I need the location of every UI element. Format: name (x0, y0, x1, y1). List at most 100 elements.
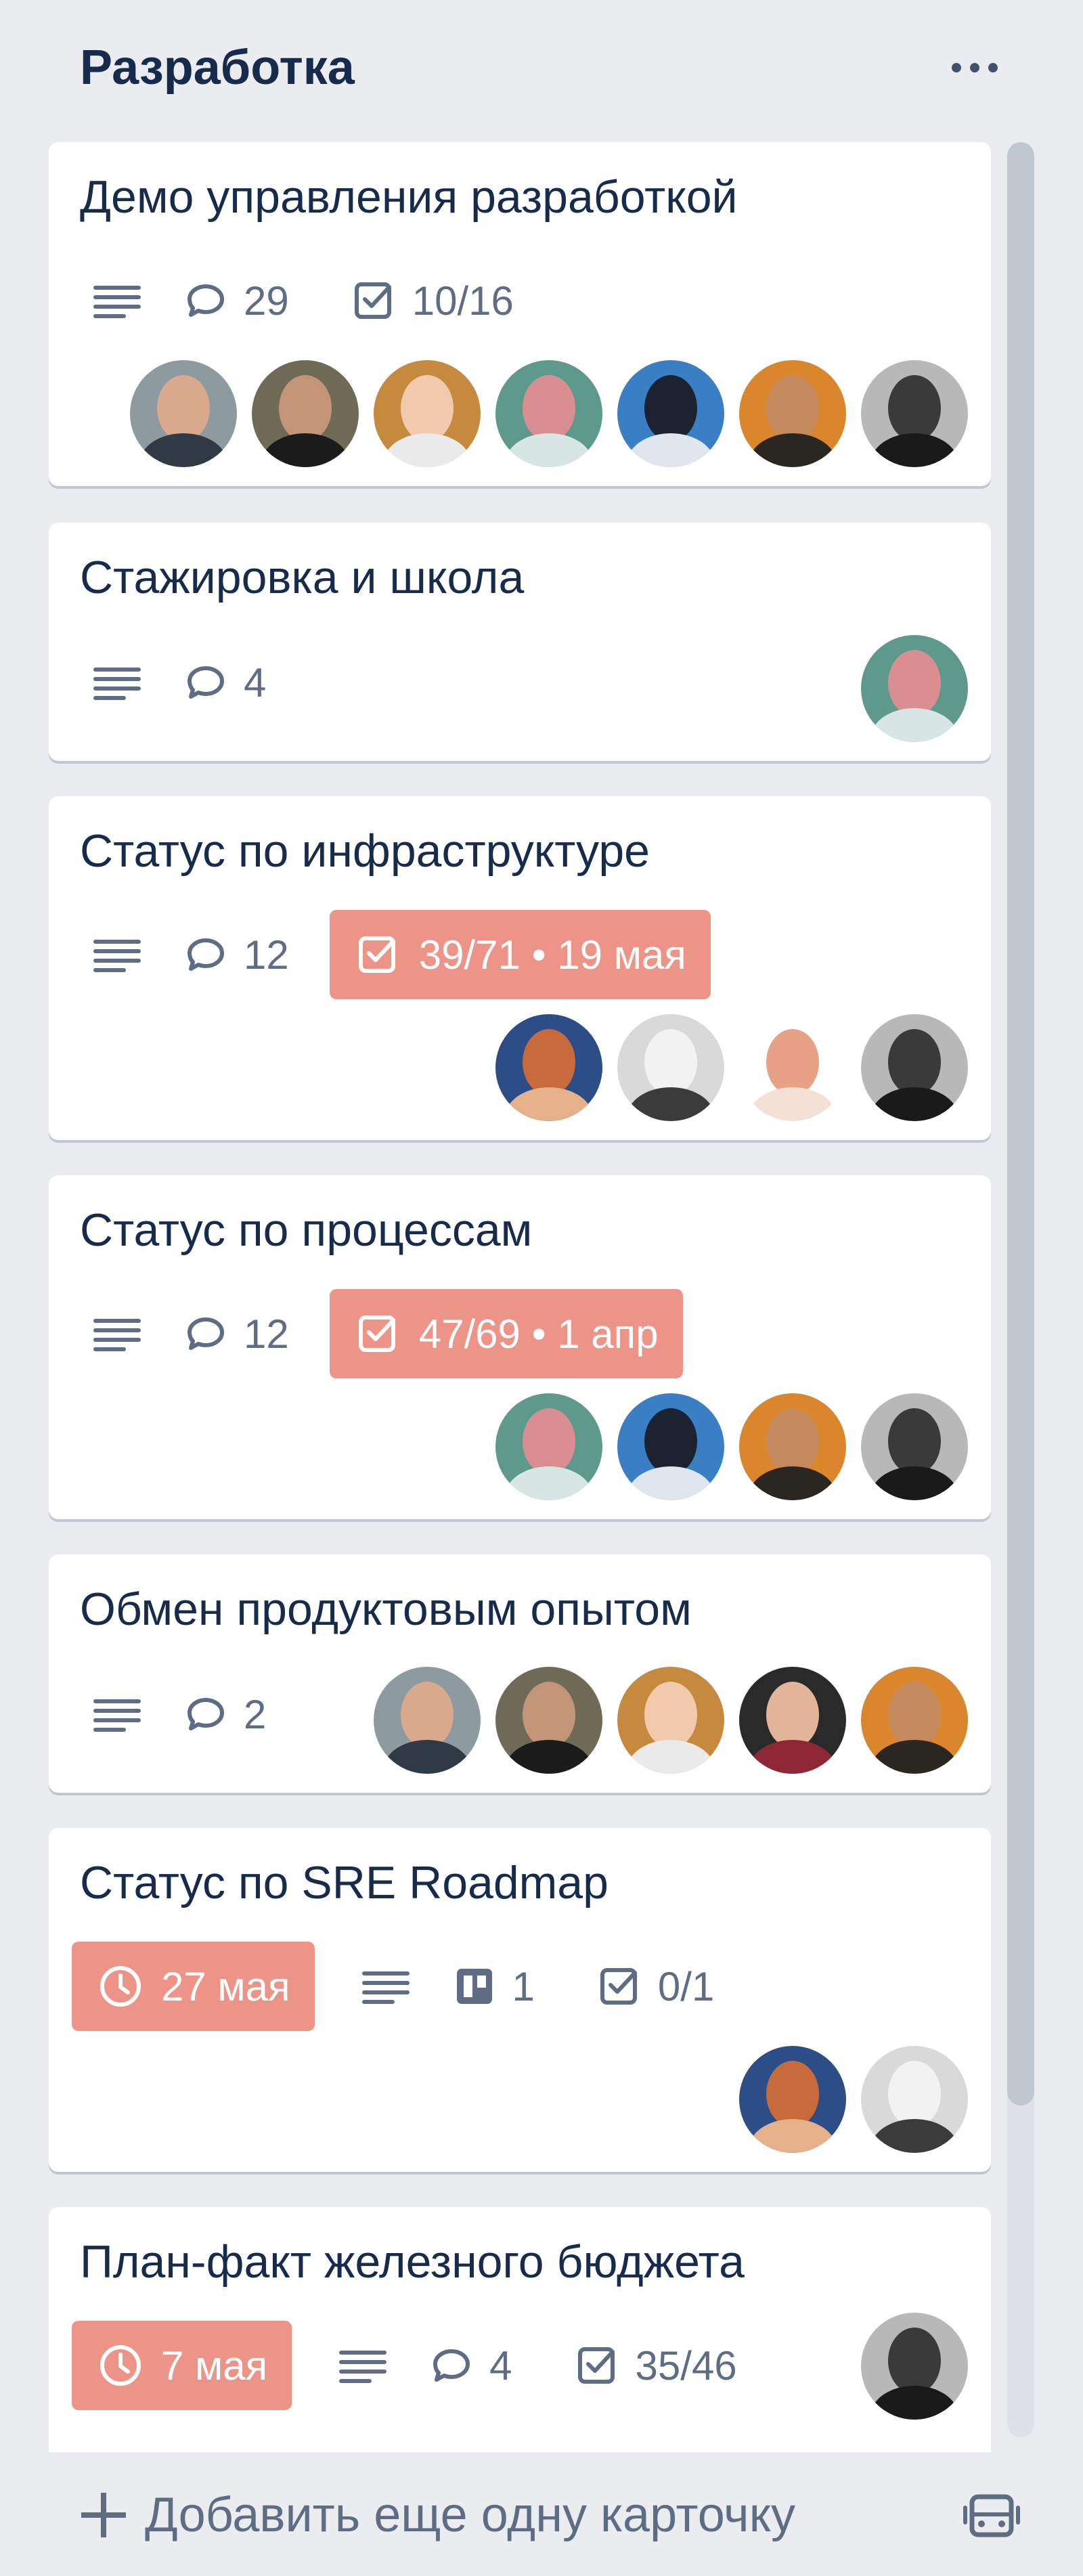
checklist-icon (596, 1962, 644, 2011)
card-title: Статус по процессам (80, 1204, 533, 1256)
card-badges: 12 39/71 • 19 мая (80, 910, 711, 999)
due-date-text: 7 мая (161, 2342, 268, 2388)
card-badges: 2 (80, 1669, 266, 1759)
description-icon (93, 662, 141, 703)
comments-count: 12 (244, 932, 289, 978)
card-product-exchange[interactable]: Обмен продуктовым опытом 2 (49, 1554, 991, 1793)
card-demo[interactable]: Демо управления разработкой 29 10/16 (49, 142, 991, 486)
card-badges: 7 мая 4 35/46 (72, 2321, 737, 2410)
avatar[interactable] (739, 360, 846, 467)
avatar[interactable] (739, 1667, 846, 1774)
comment-icon (181, 1309, 230, 1358)
checklist-badge: 10/16 (350, 256, 514, 345)
avatar[interactable] (495, 1667, 602, 1774)
checklist-due-badge: 47/69 • 1 апр (329, 1289, 683, 1378)
scrollbar[interactable] (1007, 142, 1034, 2437)
checklist-icon (350, 276, 399, 325)
card-members (739, 2046, 968, 2153)
avatar[interactable] (130, 360, 237, 467)
comment-icon (181, 1690, 230, 1739)
avatar[interactable] (861, 2046, 968, 2153)
description-icon (339, 2345, 387, 2386)
comments-count: 12 (244, 1311, 289, 1357)
avatar[interactable] (861, 1667, 968, 1774)
comments-badge: 4 (427, 2321, 512, 2410)
description-badge (349, 1942, 450, 2031)
description-badge (80, 1289, 181, 1378)
avatar[interactable] (495, 360, 602, 467)
list-title[interactable]: Разработка (80, 37, 355, 98)
avatar[interactable] (495, 1393, 602, 1500)
description-badge (80, 910, 181, 999)
comments-badge: 4 (181, 638, 266, 727)
add-card-label: Добавить еще одну карточку (145, 2488, 795, 2542)
avatar[interactable] (739, 1393, 846, 1500)
avatar[interactable] (617, 1393, 724, 1500)
description-badge (80, 1669, 181, 1759)
avatar[interactable] (739, 2046, 846, 2153)
comments-count: 2 (244, 1691, 267, 1737)
checklist-icon (354, 930, 403, 979)
avatar[interactable] (495, 1014, 602, 1121)
checklist-icon (354, 1309, 403, 1358)
card-title: Статус по инфраструктуре (80, 825, 650, 877)
card-title: Статус по SRE Roadmap (80, 1857, 609, 1908)
comments-badge: 29 (181, 256, 289, 345)
comments-count: 4 (244, 659, 267, 705)
avatar[interactable] (617, 1667, 724, 1774)
board-icon (450, 1962, 499, 2011)
clock-icon (96, 1962, 145, 2011)
card-members (374, 1667, 968, 1774)
comment-icon (181, 658, 230, 707)
card-infrastructure[interactable]: Статус по инфраструктуре 12 39/71 • 19 м… (49, 796, 991, 1140)
card-badges: 27 мая 1 0/1 (72, 1942, 714, 2031)
comment-icon (181, 276, 230, 325)
checklist-badge: 35/46 (573, 2321, 737, 2410)
card-internship[interactable]: Стажировка и школа 4 (49, 523, 991, 761)
avatar[interactable] (374, 1667, 481, 1774)
checklist-count: 0/1 (657, 1963, 715, 2009)
description-icon (93, 1694, 141, 1734)
description-icon (361, 1966, 410, 2007)
comment-icon (181, 930, 230, 979)
avatar[interactable] (252, 360, 359, 467)
comments-badge: 12 (181, 910, 289, 999)
description-icon (93, 934, 141, 975)
list-menu-button[interactable] (937, 41, 1012, 95)
description-icon (93, 1313, 141, 1354)
checklist-due-text: 47/69 • 1 апр (418, 1311, 659, 1357)
comments-count: 4 (489, 2342, 512, 2388)
description-badge (326, 2321, 427, 2410)
avatar[interactable] (617, 1014, 724, 1121)
card-sre-roadmap[interactable]: Статус по SRE Roadmap 27 мая 1 0/1 (49, 1828, 991, 2172)
card-members (495, 1014, 968, 1121)
card-members (130, 360, 968, 467)
checklist-badge: 0/1 (596, 1942, 714, 2031)
card-hardware-budget[interactable]: План-факт железного бюджета 7 мая 4 35/4… (49, 2207, 991, 2452)
avatar[interactable] (861, 1014, 968, 1121)
due-date-badge: 7 мая (72, 2321, 292, 2410)
description-icon (93, 280, 141, 321)
avatar[interactable] (861, 360, 968, 467)
description-badge (80, 256, 181, 345)
checklist-count: 35/46 (635, 2342, 737, 2388)
checklist-icon (573, 2341, 622, 2390)
comments-count: 29 (244, 278, 289, 324)
comment-icon (427, 2341, 476, 2390)
card-members (495, 1393, 968, 1500)
card-template-button[interactable] (961, 2485, 1022, 2546)
avatar[interactable] (739, 1014, 846, 1121)
card-list: Демо управления разработкой 29 10/16 Ста… (49, 142, 991, 2452)
card-processes[interactable]: Статус по процессам 12 47/69 • 1 апр (49, 1175, 991, 1519)
avatar[interactable] (861, 2313, 968, 2420)
scrollbar-thumb[interactable] (1007, 142, 1034, 2105)
avatar[interactable] (374, 360, 481, 467)
clock-icon (96, 2341, 145, 2390)
avatar[interactable] (861, 1393, 968, 1500)
attachment-badge: 1 (450, 1942, 535, 2031)
card-badges: 4 (80, 638, 266, 727)
avatar[interactable] (861, 635, 968, 742)
comments-badge: 12 (181, 1289, 289, 1378)
add-card-button[interactable]: Добавить еще одну карточку (81, 2474, 795, 2556)
avatar[interactable] (617, 360, 724, 467)
